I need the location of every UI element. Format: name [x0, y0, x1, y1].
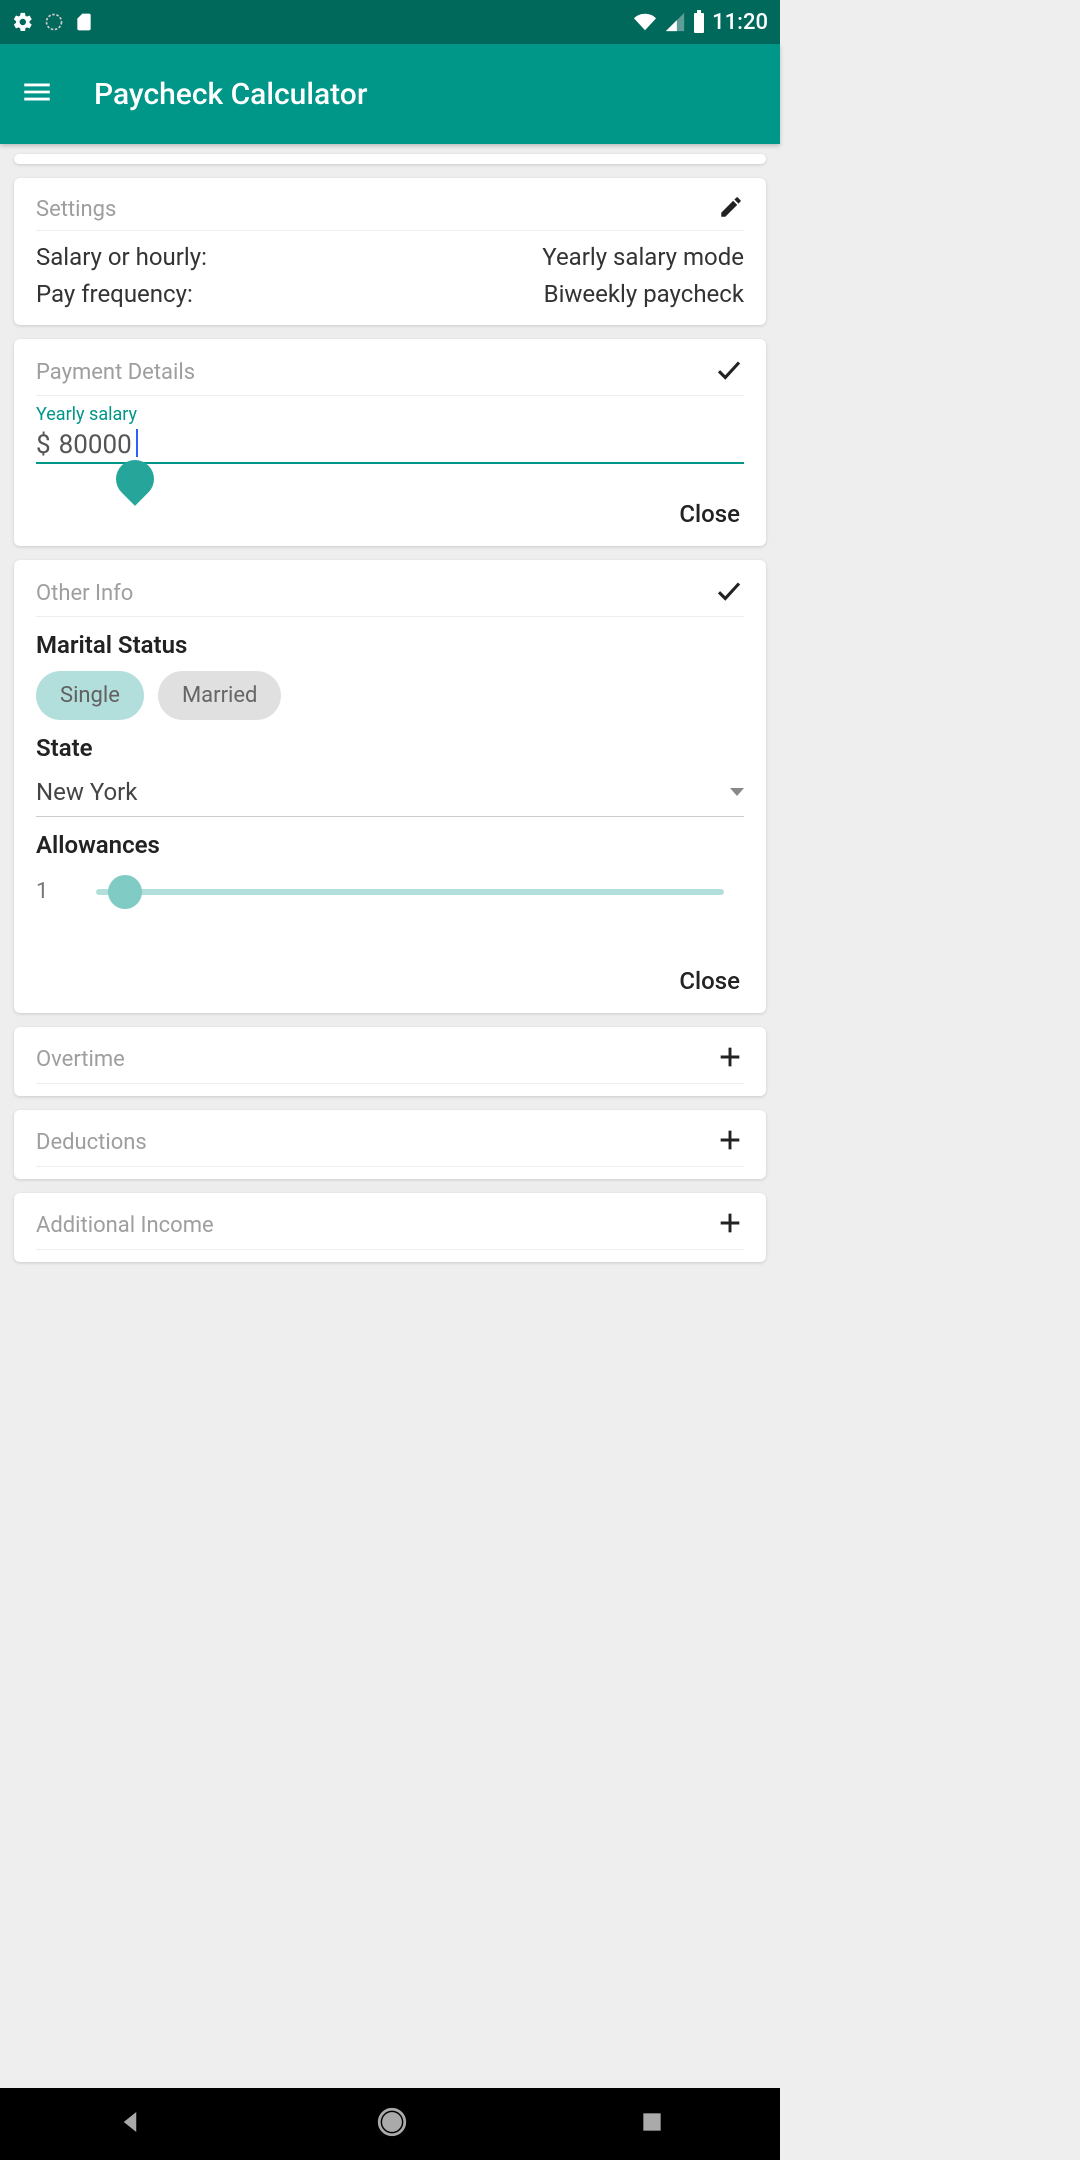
currency-symbol: $	[36, 430, 51, 460]
payment-details-title: Payment Details	[36, 360, 195, 385]
deductions-card[interactable]: Deductions	[14, 1110, 766, 1179]
text-cursor	[136, 429, 138, 457]
salary-mode-value: Yearly salary mode	[542, 239, 744, 276]
chevron-down-icon	[730, 788, 744, 796]
page-title: Paycheck Calculator	[94, 77, 367, 112]
frequency-value: Biweekly paycheck	[544, 276, 744, 313]
yearly-salary-input[interactable]: $ 80000	[36, 425, 744, 464]
overtime-title: Overtime	[36, 1047, 125, 1072]
allowances-heading: Allowances	[36, 831, 744, 859]
allowances-value: 1	[36, 879, 56, 904]
battery-icon	[692, 10, 706, 34]
confirm-payment-button[interactable]	[714, 355, 744, 389]
state-value: New York	[36, 778, 137, 806]
content-area: Settings Salary or hourly: Yearly salary…	[0, 144, 780, 1276]
yearly-salary-label: Yearly salary	[36, 404, 744, 425]
additional-income-card[interactable]: Additional Income	[14, 1193, 766, 1262]
menu-icon[interactable]	[20, 75, 54, 113]
state-heading: State	[36, 734, 744, 762]
check-icon	[714, 355, 744, 385]
other-info-title: Other Info	[36, 581, 133, 606]
slider-thumb	[108, 875, 142, 909]
clock: 11:20	[712, 10, 768, 35]
salary-value: 80000	[59, 430, 132, 460]
edit-settings-button[interactable]	[718, 194, 744, 224]
other-info-card: Other Info Marital Status Single Married…	[14, 560, 766, 1013]
previous-card-peek	[14, 154, 766, 164]
add-overtime-button[interactable]	[716, 1043, 744, 1075]
plus-icon	[716, 1209, 744, 1237]
salary-mode-label: Salary or hourly:	[36, 239, 207, 276]
plus-icon	[716, 1043, 744, 1071]
add-deductions-button[interactable]	[716, 1126, 744, 1158]
nav-recent-button[interactable]	[639, 2109, 665, 2139]
frequency-label: Pay frequency:	[36, 276, 193, 313]
slider-track	[96, 889, 724, 895]
marital-married-chip[interactable]: Married	[158, 671, 282, 720]
add-additional-income-button[interactable]	[716, 1209, 744, 1241]
payment-details-card: Payment Details Yearly salary $ 80000 Cl…	[14, 339, 766, 546]
state-select[interactable]: New York	[36, 774, 744, 817]
close-other-button[interactable]: Close	[36, 961, 744, 1001]
settings-gear-icon	[12, 11, 34, 33]
close-payment-button[interactable]: Close	[36, 494, 744, 534]
system-nav-bar	[0, 2088, 780, 2160]
sd-card-icon	[74, 11, 94, 33]
additional-income-title: Additional Income	[36, 1213, 214, 1238]
settings-title: Settings	[36, 197, 116, 222]
allowances-slider[interactable]	[96, 871, 744, 911]
marital-single-chip[interactable]: Single	[36, 671, 144, 720]
deductions-title: Deductions	[36, 1130, 147, 1155]
plus-icon	[716, 1126, 744, 1154]
app-bar: Paycheck Calculator	[0, 44, 780, 144]
nav-back-button[interactable]	[115, 2107, 145, 2141]
overtime-card[interactable]: Overtime	[14, 1027, 766, 1096]
wifi-icon	[632, 11, 658, 33]
check-icon	[714, 576, 744, 606]
nav-home-button[interactable]	[375, 2105, 409, 2143]
confirm-other-button[interactable]	[714, 576, 744, 610]
sync-icon	[44, 12, 64, 32]
settings-card: Settings Salary or hourly: Yearly salary…	[14, 178, 766, 325]
marital-status-heading: Marital Status	[36, 631, 744, 659]
pencil-icon	[718, 194, 744, 220]
status-bar: 11:20	[0, 0, 780, 44]
cell-signal-icon	[664, 11, 686, 33]
